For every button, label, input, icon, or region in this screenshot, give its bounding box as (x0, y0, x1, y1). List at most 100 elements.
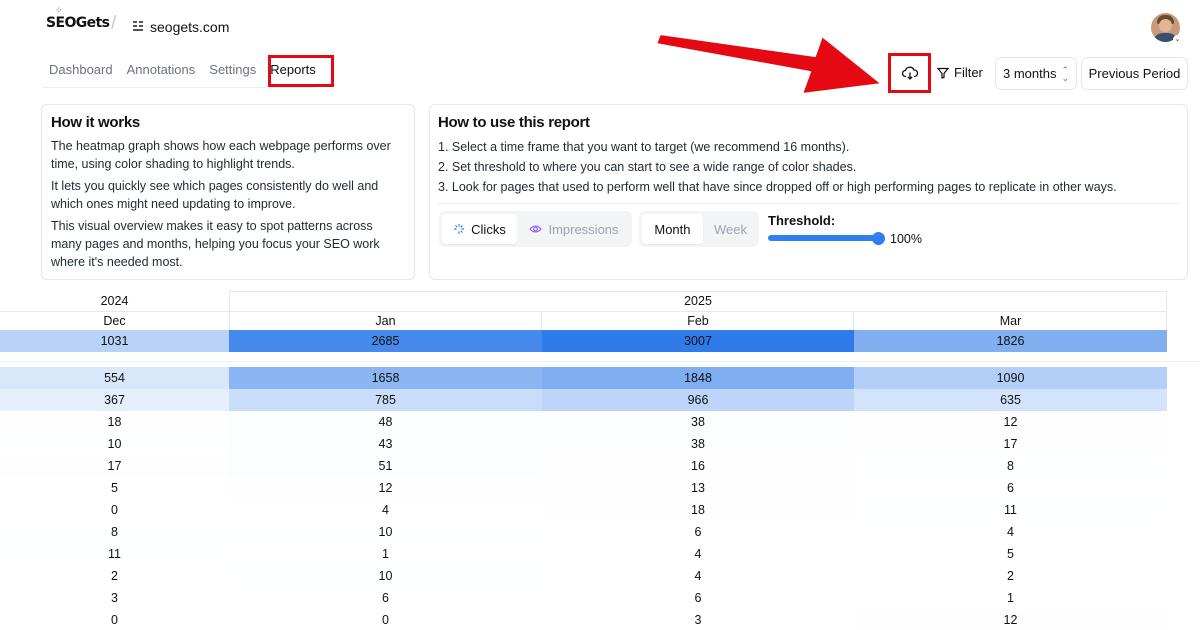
heatmap-cell[interactable]: 43 (229, 433, 542, 455)
download-button[interactable] (888, 53, 931, 93)
heatmap-cell[interactable]: 10 (229, 565, 542, 587)
metric-impressions-option[interactable]: Impressions (519, 214, 629, 244)
eye-icon (529, 225, 543, 233)
heatmap-cell[interactable]: 6 (542, 521, 854, 543)
heatmap-cell[interactable]: 1090 (854, 367, 1167, 389)
heatmap-cell[interactable]: 4 (229, 499, 542, 521)
month-header: Mar (999, 314, 1022, 328)
filter-button[interactable]: Filter (937, 65, 983, 80)
grid-line (853, 311, 854, 330)
period-toggle: Month Week (639, 211, 759, 247)
heatmap-cell[interactable]: 13 (542, 477, 854, 499)
heatmap-cell[interactable]: 3 (542, 609, 854, 630)
table-row: 11 1 4 5 (0, 543, 1167, 565)
nav-dashboard[interactable]: Dashboard (49, 62, 113, 77)
metric-clicks-option[interactable]: Clicks (442, 214, 517, 244)
period-month-option[interactable]: Month (642, 214, 703, 244)
heatmap-cell[interactable]: 51 (229, 455, 542, 477)
threshold-slider-thumb[interactable] (872, 232, 885, 245)
heatmap-cell[interactable]: 2685 (229, 330, 542, 352)
heatmap-cell[interactable]: 1826 (854, 330, 1167, 352)
heatmap-cell[interactable]: 3007 (542, 330, 854, 352)
threshold-slider[interactable] (768, 235, 880, 241)
threshold-value: 100% (890, 232, 922, 246)
chevron-down-icon: ⌄ (1173, 35, 1182, 44)
heatmap-cell[interactable]: 1 (854, 587, 1167, 609)
heatmap-cell[interactable]: 48 (229, 411, 542, 433)
nav-annotations[interactable]: Annotations (127, 62, 196, 77)
red-arrow-annotation (654, 34, 884, 96)
heatmap-cell[interactable]: 5 (0, 477, 229, 499)
heatmap-cell[interactable]: 554 (0, 367, 229, 389)
site-selector[interactable]: seogets.com (150, 19, 229, 35)
heatmap-cell[interactable]: 785 (229, 389, 542, 411)
heatmap-cell[interactable]: 4 (854, 521, 1167, 543)
filter-label: Filter (954, 65, 983, 80)
table-row: 0 0 3 12 (0, 609, 1167, 630)
cloud-download-icon (901, 66, 918, 80)
heatmap-cell[interactable]: 16 (542, 455, 854, 477)
date-range-value: 3 months (1002, 66, 1057, 81)
heatmap-cell[interactable]: 1848 (542, 367, 854, 389)
date-range-select[interactable]: 3 months ⌃ ⌄ (995, 57, 1077, 90)
heatmap-cell[interactable]: 367 (0, 389, 229, 411)
grid-line (1166, 291, 1167, 330)
heatmap-cell[interactable]: 18 (0, 411, 229, 433)
heatmap-cell[interactable]: 2 (854, 565, 1167, 587)
breadcrumb-separator: / (111, 13, 117, 34)
heatmap-cell[interactable]: 11 (854, 499, 1167, 521)
total-row: 1031 2685 3007 1826 (0, 330, 1167, 352)
heatmap-cell[interactable]: 8 (0, 521, 229, 543)
nav-divider (42, 87, 314, 88)
heatmap-cell[interactable]: 5 (854, 543, 1167, 565)
how-it-works-paragraph: This visual overview makes it easy to sp… (51, 219, 380, 269)
grid-line (229, 291, 1167, 292)
heatmap-cell[interactable]: 12 (854, 411, 1167, 433)
heatmap-cell[interactable]: 6 (229, 587, 542, 609)
heatmap-cell[interactable]: 0 (0, 499, 229, 521)
heatmap-cell[interactable]: 38 (542, 433, 854, 455)
heatmap-cell[interactable]: 1031 (0, 330, 229, 352)
how-to-use-title: How to use this report (438, 114, 590, 131)
heatmap-cell[interactable]: 12 (854, 609, 1167, 630)
how-to-use-card: How to use this report 1. Select a time … (429, 104, 1188, 280)
heatmap-cell[interactable]: 6 (854, 477, 1167, 499)
year-header-row: 2024 2025 (0, 291, 1167, 311)
heatmap-cell[interactable]: 966 (542, 389, 854, 411)
heatmap-cell[interactable]: 17 (0, 455, 229, 477)
table-row: 554 1658 1848 1090 (0, 367, 1167, 389)
total-separator (0, 361, 1200, 362)
month-header: Dec (103, 314, 126, 328)
heatmap-cell[interactable]: 4 (542, 543, 854, 565)
heatmap-cell[interactable]: 6 (542, 587, 854, 609)
seogets-logo[interactable]: SEOGets ⁘ (46, 6, 110, 31)
compare-period-button[interactable]: Previous Period (1081, 57, 1188, 90)
period-week-option[interactable]: Week (705, 214, 756, 244)
heatmap-cell[interactable]: 10 (0, 433, 229, 455)
heatmap-cell[interactable]: 12 (229, 477, 542, 499)
grid-line (0, 311, 1167, 312)
heatmap-cell[interactable]: 1658 (229, 367, 542, 389)
site-favicon-icon (133, 21, 143, 32)
how-it-works-title: How it works (51, 114, 140, 131)
heatmap-cell[interactable]: 11 (0, 543, 229, 565)
year-header: 2025 (684, 294, 712, 308)
how-to-use-step: 3. Look for pages that used to perform w… (438, 180, 1117, 194)
heatmap-cell[interactable]: 17 (854, 433, 1167, 455)
heatmap-cell[interactable]: 0 (0, 609, 229, 630)
heatmap-cell[interactable]: 0 (229, 609, 542, 630)
how-it-works-paragraph: It lets you quickly see which pages cons… (51, 179, 379, 211)
heatmap-cell[interactable]: 3 (0, 587, 229, 609)
heatmap-cell[interactable]: 1 (229, 543, 542, 565)
heatmap-cell[interactable]: 2 (0, 565, 229, 587)
table-row: 5 12 13 6 (0, 477, 1167, 499)
heatmap-cell[interactable]: 635 (854, 389, 1167, 411)
heatmap-cell[interactable]: 38 (542, 411, 854, 433)
nav-settings[interactable]: Settings (209, 62, 256, 77)
heatmap-cell[interactable]: 18 (542, 499, 854, 521)
heatmap-cell[interactable]: 10 (229, 521, 542, 543)
heatmap-cell[interactable]: 4 (542, 565, 854, 587)
heatmap-cell[interactable]: 8 (854, 455, 1167, 477)
how-to-use-step: 2. Set threshold to where you can start … (438, 160, 857, 174)
chevron-updown-icon: ⌃ ⌄ (1061, 64, 1070, 83)
